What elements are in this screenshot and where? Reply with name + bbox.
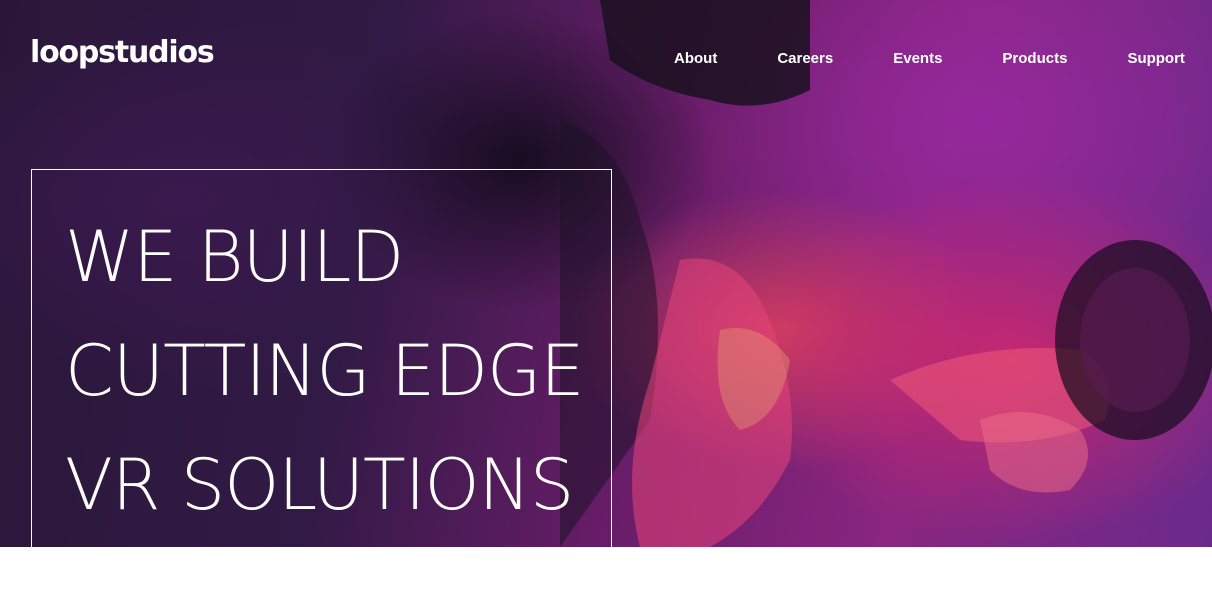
- hero-section: loopstudios About Careers Events Product…: [0, 0, 1212, 547]
- nav-link-careers[interactable]: Careers: [777, 49, 833, 69]
- brand-logo[interactable]: loopstudios: [30, 33, 215, 73]
- nav-link-events[interactable]: Events: [893, 49, 942, 69]
- top-navigation: loopstudios About Careers Events Product…: [0, 0, 1212, 110]
- headline-line-3: VR SOLUTIONS: [65, 444, 574, 526]
- hero-headline-box: WE BUILD CUTTING EDGE VR SOLUTIONS: [31, 169, 612, 547]
- page-body: [0, 547, 1212, 608]
- headline-line-2: CUTTING EDGE: [65, 330, 585, 412]
- nav-links: About Careers Events Products Support: [674, 49, 1185, 69]
- nav-link-support[interactable]: Support: [1127, 49, 1185, 69]
- nav-link-about[interactable]: About: [674, 49, 717, 69]
- hero-headline: WE BUILD CUTTING EDGE VR SOLUTIONS: [65, 200, 585, 542]
- nav-link-products[interactable]: Products: [1002, 49, 1067, 69]
- headline-line-1: WE BUILD: [65, 216, 404, 298]
